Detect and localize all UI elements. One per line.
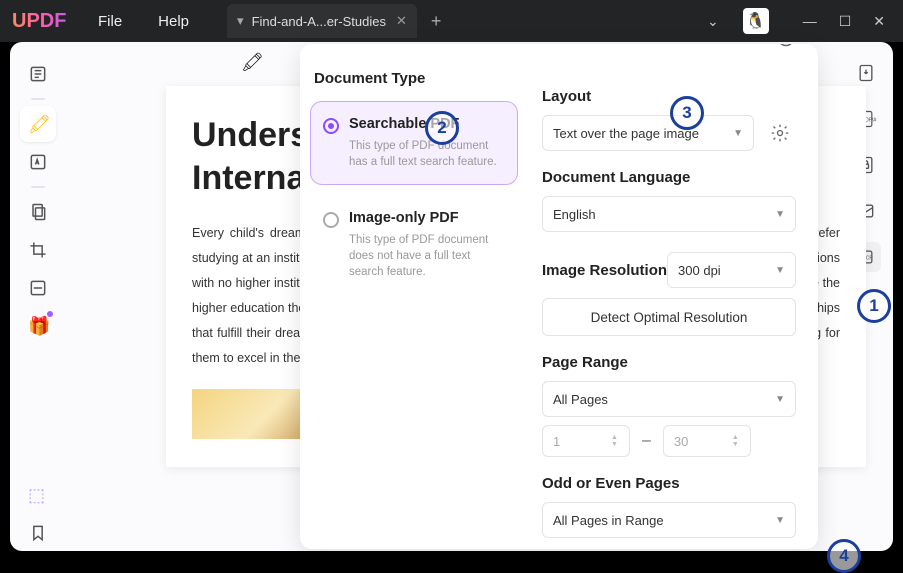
titlebar-chevron-down-icon[interactable]: ⌄ xyxy=(707,13,719,30)
option-title: Searchable PDF xyxy=(349,116,505,132)
menu-help[interactable]: Help xyxy=(140,13,207,30)
range-from-input[interactable]: 1 ▲▼ xyxy=(542,425,630,457)
layers-tool[interactable]: ⬚ xyxy=(20,477,56,513)
divider xyxy=(31,186,45,188)
tab-close-icon[interactable]: ✕ xyxy=(396,13,407,29)
select-value: Text over the page image xyxy=(553,126,699,141)
window-minimize-button[interactable]: — xyxy=(803,13,817,30)
tab-dropdown-icon[interactable]: ▾ xyxy=(237,13,244,29)
ocr-panel: Document Type Searchable PDF This type o… xyxy=(300,44,818,549)
layout-settings-button[interactable] xyxy=(764,117,796,149)
odd-even-label: Odd or Even Pages xyxy=(542,475,796,492)
document-tab[interactable]: ▾ Find-and-A...er-Studies ✕ xyxy=(227,4,417,38)
redact-tool[interactable] xyxy=(20,270,56,306)
window-maximize-button[interactable]: ☐ xyxy=(839,13,852,30)
user-avatar[interactable]: 🐧 xyxy=(743,8,769,34)
app-logo: UPDF xyxy=(0,10,80,33)
chevron-down-icon: ▼ xyxy=(733,128,743,139)
crop-tool[interactable] xyxy=(20,232,56,268)
odd-even-select[interactable]: All Pages in Range ▼ xyxy=(542,502,796,538)
document-type-title: Document Type xyxy=(310,70,518,87)
highlighter-icon[interactable]: 🖍 xyxy=(241,52,264,73)
select-value: All Pages xyxy=(553,392,608,407)
option-searchable-pdf[interactable]: Searchable PDF This type of PDF document… xyxy=(310,101,518,185)
menu-file[interactable]: File xyxy=(80,13,140,30)
page-range-select[interactable]: All Pages ▼ xyxy=(542,381,796,417)
app-body: 🖍 🎁 ⬚ 🖍 Understanding the Need for Inter… xyxy=(10,42,893,551)
select-value: 300 dpi xyxy=(678,263,721,278)
layout-select[interactable]: Text over the page image ▼ xyxy=(542,115,754,151)
help-icon[interactable] xyxy=(776,44,796,53)
input-value: 1 xyxy=(553,434,560,449)
reader-tool[interactable] xyxy=(20,56,56,92)
range-to-input[interactable]: 30 ▲▼ xyxy=(663,425,751,457)
radio-icon xyxy=(323,212,339,228)
gift-tool[interactable]: 🎁 xyxy=(20,308,56,344)
chevron-down-icon: ▼ xyxy=(775,265,785,276)
option-title: Image-only PDF xyxy=(349,210,505,226)
spinner-icon[interactable]: ▲▼ xyxy=(611,428,625,454)
option-image-only-pdf[interactable]: Image-only PDF This type of PDF document… xyxy=(310,195,518,295)
detect-resolution-button[interactable]: Detect Optimal Resolution xyxy=(542,298,796,336)
export-tool[interactable] xyxy=(851,58,881,88)
spinner-icon[interactable]: ▲▼ xyxy=(732,428,746,454)
left-toolbar: 🖍 🎁 ⬚ xyxy=(10,42,66,551)
titlebar: UPDF File Help ▾ Find-and-A...er-Studies… xyxy=(0,0,903,42)
window-close-button[interactable]: ✕ xyxy=(873,13,885,30)
input-value: 30 xyxy=(674,434,688,449)
divider xyxy=(31,98,45,100)
highlighter-tool[interactable]: 🖍 xyxy=(20,106,56,142)
page-range-label: Page Range xyxy=(542,354,796,371)
option-desc: This type of PDF document does not have … xyxy=(349,232,505,280)
chevron-down-icon: ▼ xyxy=(775,209,785,220)
language-select[interactable]: English ▼ xyxy=(542,196,796,232)
radio-icon xyxy=(323,118,339,134)
range-dash: – xyxy=(642,432,651,450)
select-value: All Pages in Range xyxy=(553,513,664,528)
tab-title: Find-and-A...er-Studies xyxy=(252,14,386,29)
language-label: Document Language xyxy=(542,169,796,186)
layout-label: Layout xyxy=(542,88,796,105)
resolution-label: Image Resolution xyxy=(542,262,667,279)
option-desc: This type of PDF document has a full tex… xyxy=(349,138,505,170)
new-tab-button[interactable]: + xyxy=(431,11,442,32)
resolution-select[interactable]: 300 dpi ▼ xyxy=(667,252,796,288)
pages-tool[interactable] xyxy=(20,194,56,230)
select-value: English xyxy=(553,207,596,222)
chevron-down-icon: ▼ xyxy=(775,515,785,526)
edit-tool[interactable] xyxy=(20,144,56,180)
chevron-down-icon: ▼ xyxy=(775,394,785,405)
bookmark-tool[interactable] xyxy=(20,515,56,551)
